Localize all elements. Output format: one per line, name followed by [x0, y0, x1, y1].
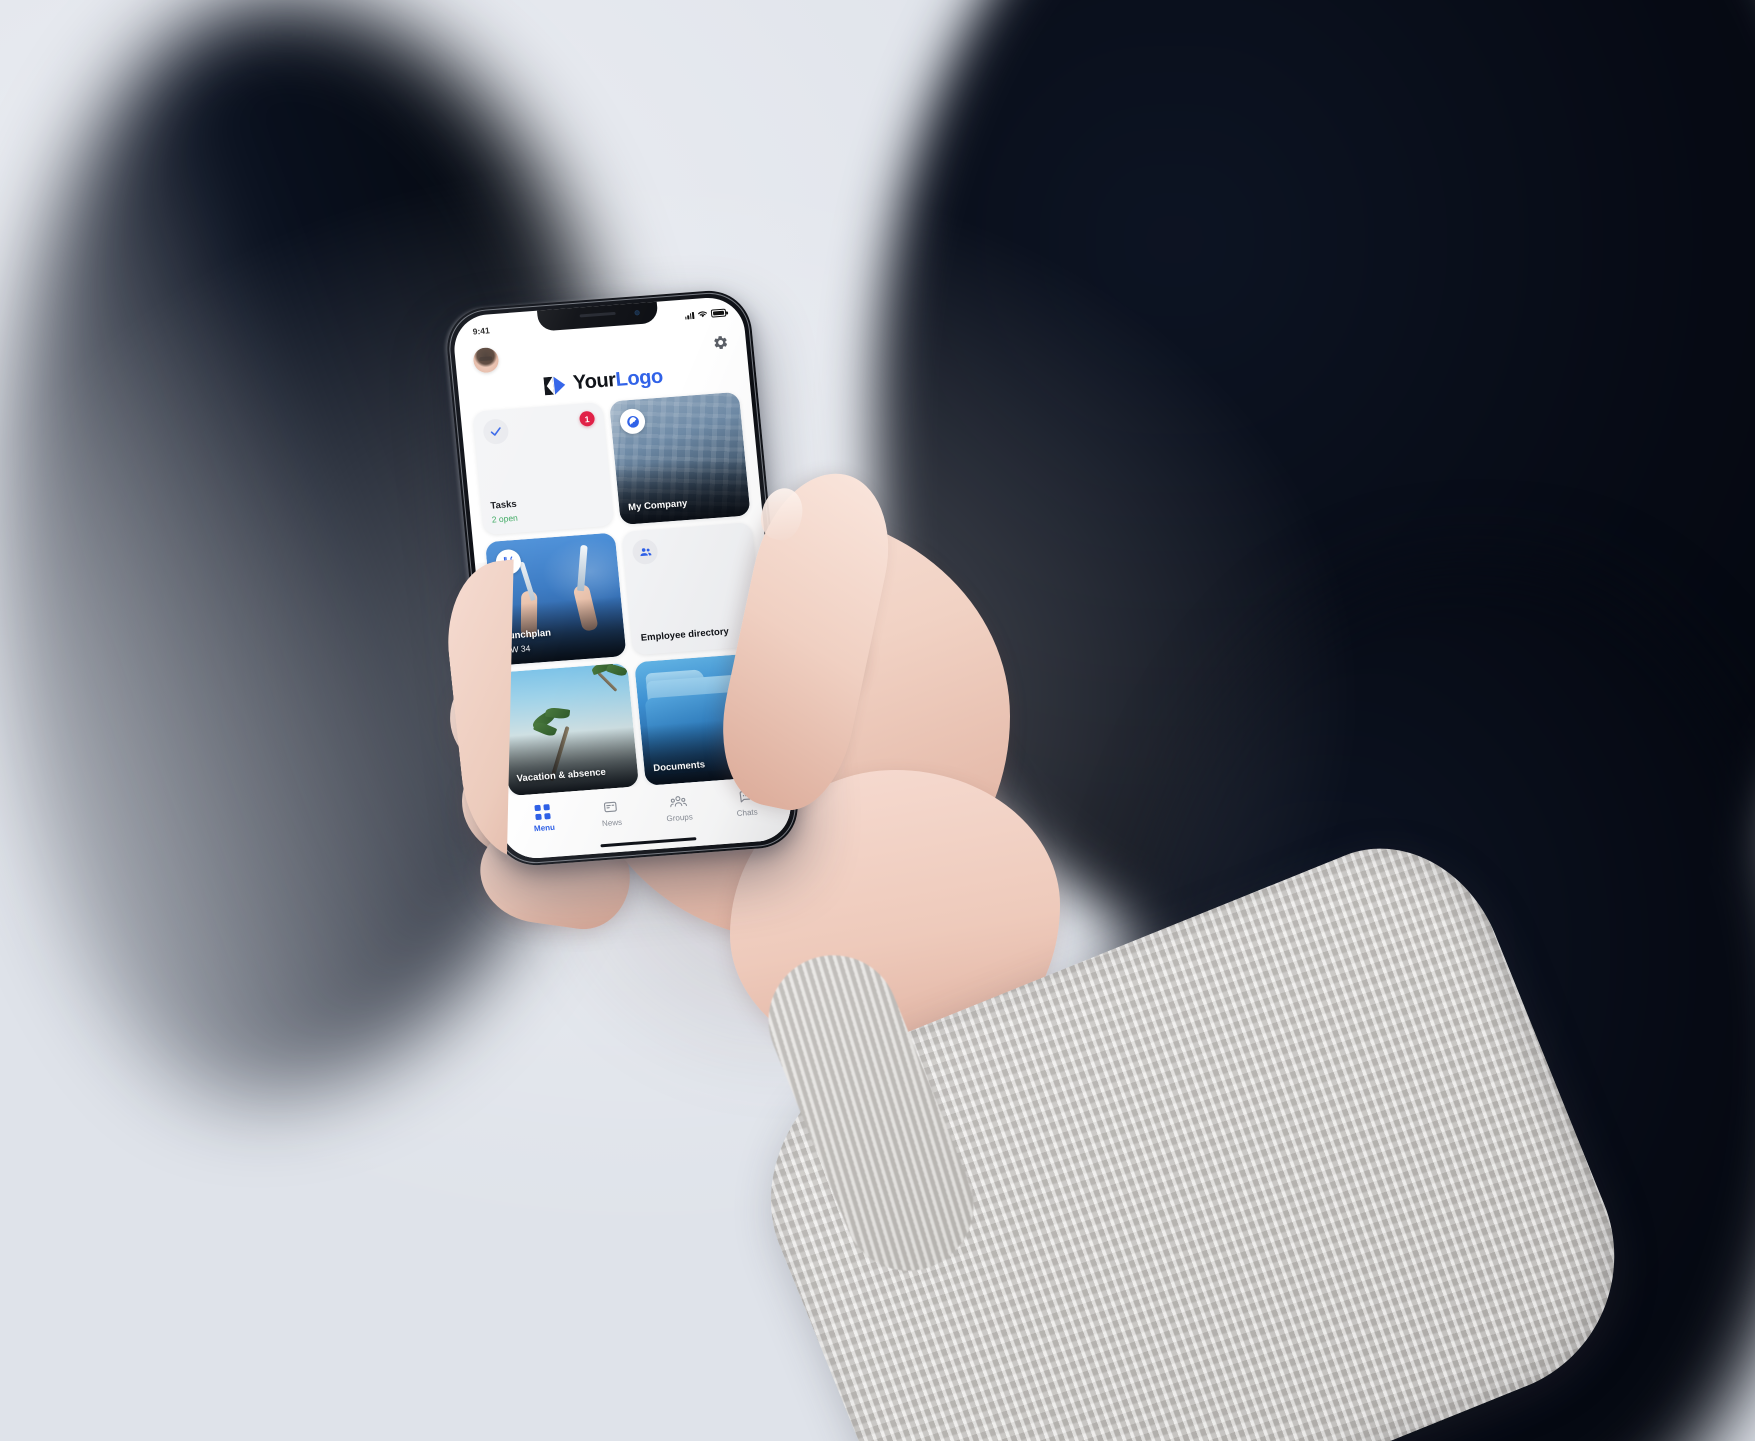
tile-tasks[interactable]: 1 Tasks 2 open: [472, 402, 614, 536]
tile-my-company[interactable]: My Company: [609, 391, 751, 525]
cellular-signal-icon: [684, 311, 695, 320]
avatar[interactable]: [472, 346, 500, 374]
photo-scrim: [615, 455, 751, 525]
logo-text-primary: Your: [572, 369, 617, 395]
status-time: 9:41: [472, 325, 491, 337]
scene: 9:41 YourLogo 1 Tasks 2 open My Company …: [0, 0, 1755, 1441]
tab-label: Chats: [736, 807, 759, 819]
photo-scrim: [503, 727, 640, 797]
logo-text-accent: Logo: [614, 365, 664, 391]
gear-icon[interactable]: [711, 333, 730, 351]
tab-news[interactable]: News: [576, 796, 646, 830]
status-badge: 1: [578, 410, 596, 427]
status-indicators: [684, 308, 727, 320]
wifi-icon: [698, 311, 707, 318]
people-icon: [631, 538, 659, 566]
logo-text: YourLogo: [572, 366, 664, 396]
grid-dots-icon: [534, 803, 552, 820]
newspaper-icon: [602, 798, 618, 815]
people-group-icon: [669, 793, 687, 810]
brand-mark-icon: [543, 375, 567, 395]
tab-groups[interactable]: Groups: [643, 791, 713, 825]
tab-menu[interactable]: Menu: [508, 801, 578, 835]
tab-label: Menu: [533, 822, 556, 834]
tile-vacation-absence[interactable]: Vacation & absence: [497, 662, 640, 797]
tab-label: Groups: [666, 812, 694, 824]
tab-label: News: [601, 817, 623, 829]
tile-title: Employee directory: [640, 626, 730, 645]
front-camera-icon: [633, 310, 640, 316]
checkmark-icon: [482, 418, 510, 445]
tile-title: Tasks: [490, 499, 518, 513]
tile-subtitle: 2 open: [491, 512, 519, 525]
battery-icon: [710, 308, 727, 318]
earpiece-speaker: [579, 311, 616, 318]
